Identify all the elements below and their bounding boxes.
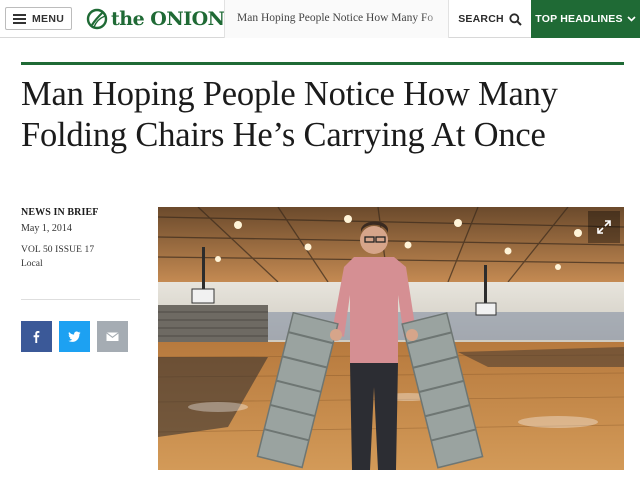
gym-scene-illustration xyxy=(158,207,624,470)
hamburger-icon xyxy=(13,13,26,24)
article-headline: Man Hoping People Notice How Many Foldin… xyxy=(21,75,558,154)
top-headlines-label: TOP HEADLINES xyxy=(535,13,623,25)
email-icon xyxy=(106,332,119,341)
search-button[interactable]: SEARCH xyxy=(449,0,531,38)
menu-label: MENU xyxy=(32,12,65,25)
chevron-down-icon xyxy=(627,16,636,22)
share-facebook-button[interactable] xyxy=(21,321,52,352)
expand-image-button[interactable] xyxy=(588,211,620,243)
top-headlines-dropdown[interactable]: TOP HEADLINES xyxy=(531,0,640,38)
logo-wordmark: the ONION xyxy=(111,8,225,30)
article-section[interactable]: Local xyxy=(21,259,136,269)
article-meta: NEWS IN BRIEF May 1, 2014 VOL 50 ISSUE 1… xyxy=(21,207,136,269)
share-twitter-button[interactable] xyxy=(59,321,90,352)
onion-logo[interactable]: the ONION xyxy=(86,6,225,32)
twitter-icon xyxy=(68,331,81,342)
article-kicker[interactable]: NEWS IN BRIEF xyxy=(21,207,136,218)
expand-icon xyxy=(597,220,611,234)
facebook-icon xyxy=(33,331,40,343)
meta-divider xyxy=(21,299,140,300)
share-email-button[interactable] xyxy=(97,321,128,352)
header-article-title: Man Hoping People Notice How Many Fo xyxy=(224,0,449,38)
onion-globe-icon xyxy=(86,8,108,30)
article-date: May 1, 2014 xyxy=(21,223,72,234)
top-navigation-bar: MENU the ONION Man Hoping People Notice … xyxy=(0,0,640,38)
title-fade xyxy=(422,0,448,38)
search-label: SEARCH xyxy=(458,13,504,25)
menu-button[interactable]: MENU xyxy=(5,7,72,30)
article-volume: VOL 50 ISSUE 17 xyxy=(21,245,95,255)
header-article-title-text: Man Hoping People Notice How Many Fo xyxy=(237,12,434,24)
article-photo[interactable] xyxy=(158,207,624,470)
share-buttons xyxy=(21,321,128,352)
search-icon xyxy=(509,12,522,26)
headline-rule xyxy=(21,62,624,65)
